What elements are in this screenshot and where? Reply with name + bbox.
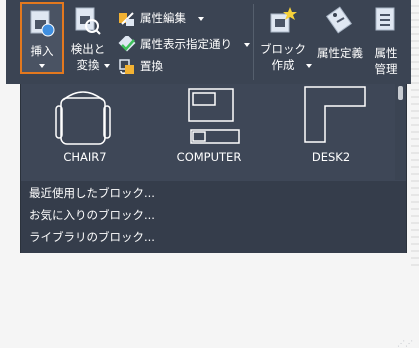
insert-button[interactable]: 挿入 [20, 2, 64, 74]
chevron-down-icon [198, 17, 204, 21]
attribute-display-icon [118, 36, 136, 52]
define-attribute-icon [326, 6, 352, 34]
chevron-down-icon [306, 64, 312, 68]
chevron-down-icon [104, 64, 110, 68]
menu-item-library-blocks[interactable]: ライブラリのブロック... [29, 230, 155, 244]
chair-block-icon [55, 91, 111, 145]
gallery-item-label: COMPUTER [176, 150, 242, 164]
insert-label: 挿入 [30, 44, 54, 58]
chevron-down-icon [39, 64, 45, 68]
gallery-scrollbar[interactable] [395, 84, 406, 180]
computer-block-icon [188, 88, 240, 144]
manage-attribute-button[interactable]: 属性 管理 [368, 6, 404, 76]
create-block-label-2: 作成 [271, 58, 295, 72]
detect-convert-icon [75, 7, 101, 35]
replace-icon [119, 59, 134, 74]
chevron-down-icon [244, 43, 250, 47]
create-block-button[interactable]: ブロック 作成 [258, 6, 312, 76]
desk-block-icon [304, 86, 366, 143]
menu-item-recent-blocks[interactable]: 最近使用したブロック... [29, 186, 155, 200]
detect-label-2: 変換 [76, 58, 100, 72]
gallery-item-label: CHAIR7 [63, 150, 107, 164]
define-attribute-label: 属性定義 [317, 46, 363, 60]
attribute-display-label: 属性表示指定通り [140, 37, 232, 51]
gallery-item-chair7[interactable]: CHAIR7 [37, 84, 133, 180]
edit-attribute-label: 属性編集 [140, 11, 186, 25]
ribbon-panel: 挿入 検出と 変換 属性編集 属性表示指定通り 置換 ブロック 作成 属性定義 … [6, 0, 419, 84]
gallery-item-desk2[interactable]: DESK2 [283, 84, 379, 180]
insert-dropdown-panel: CHAIR7 COMPUTER DESK2 最近使用したブロック... お気に入… [20, 84, 413, 348]
edit-attribute-button[interactable]: 属性編集 [118, 10, 228, 27]
define-attribute-button[interactable]: 属性定義 [314, 6, 366, 66]
insert-block-icon [30, 10, 55, 37]
manage-attribute-label-2: 管理 [374, 62, 398, 76]
manage-attribute-icon [375, 7, 395, 31]
attribute-display-button[interactable]: 属性表示指定通り [118, 36, 258, 53]
menu-item-favorite-blocks[interactable]: お気に入りのブロック... [29, 208, 155, 222]
block-gallery: CHAIR7 COMPUTER DESK2 [21, 84, 393, 180]
create-block-icon [270, 7, 297, 33]
replace-label: 置換 [140, 59, 163, 73]
manage-attribute-label-1: 属性 [374, 46, 398, 60]
scrollbar-thumb[interactable] [398, 86, 403, 100]
detect-convert-button[interactable]: 検出と 変換 [68, 6, 110, 76]
torn-edge-decoration [411, 0, 419, 268]
gallery-item-computer[interactable]: COMPUTER [161, 84, 257, 180]
replace-button[interactable]: 置換 [118, 58, 198, 75]
detect-label-1: 検出と [70, 42, 106, 56]
create-block-label-1: ブロック [260, 42, 306, 56]
resize-grip-icon[interactable]: ⋰⋰ [397, 340, 413, 348]
edit-attribute-icon [119, 12, 134, 26]
gallery-item-label: DESK2 [311, 150, 351, 164]
block-menu: 最近使用したブロック... お気に入りのブロック... ライブラリのブロック..… [21, 181, 413, 348]
ribbon-separator [253, 4, 254, 80]
